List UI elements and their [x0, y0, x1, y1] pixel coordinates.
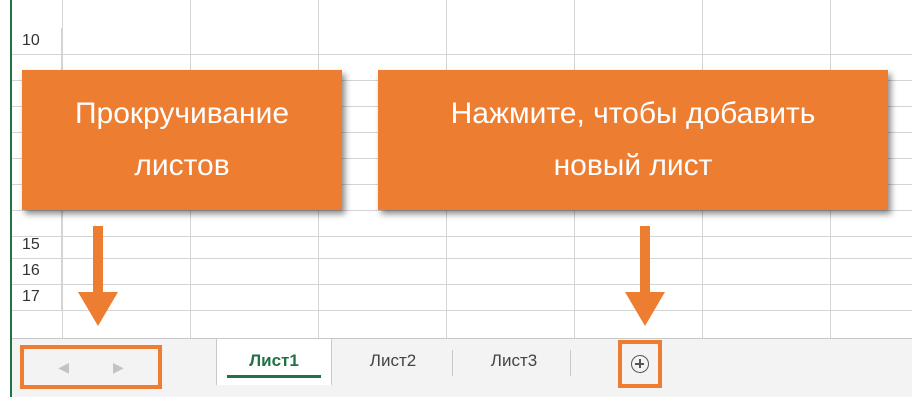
sheet-scroll-controls: ◀ ▶ [20, 345, 162, 389]
arrow-head-icon [625, 292, 665, 326]
tab-sheet2[interactable]: Лист2 [334, 339, 452, 383]
row-header[interactable]: 17 [12, 284, 62, 310]
scroll-right-icon[interactable]: ▶ [113, 359, 124, 376]
callout-scroll-line2: листов [134, 149, 230, 182]
grid-row[interactable]: 15 [12, 232, 912, 259]
arrow-head-icon [78, 292, 118, 326]
tab-label: Лист2 [369, 351, 417, 370]
callout-scroll-sheets: Прокручивание листов [22, 70, 342, 210]
tab-separator [570, 350, 571, 376]
tab-label: Лист3 [490, 351, 538, 370]
arrow-down-icon [640, 226, 650, 296]
callout-add-line1: Нажмите, чтобы добавить [450, 97, 816, 130]
callout-add-line2: новый лист [553, 149, 713, 182]
tab-sheet1[interactable]: Лист1 [216, 339, 332, 385]
callout-add-sheet: Нажмите, чтобы добавить новый лист [378, 70, 888, 210]
scroll-left-icon[interactable]: ◀ [58, 359, 69, 376]
left-border [0, 0, 12, 397]
row-header[interactable]: 16 [12, 258, 62, 284]
grid-row[interactable]: 10 [12, 28, 912, 55]
active-tab-underline [227, 375, 321, 378]
row-header[interactable]: 10 [12, 28, 62, 54]
callout-scroll-line1: Прокручивание [74, 97, 290, 130]
excel-window-crop: 10 15 16 17 Прокручивание листов Нажмите… [0, 0, 912, 397]
grid-row[interactable]: 17 [12, 284, 912, 311]
tab-label: Лист1 [249, 351, 299, 370]
tab-sheet3[interactable]: Лист3 [458, 339, 570, 383]
tab-separator [452, 350, 453, 376]
add-sheet-icon[interactable] [631, 355, 649, 373]
add-sheet-button[interactable] [618, 340, 662, 388]
row-header[interactable]: 15 [12, 232, 62, 258]
arrow-down-icon [93, 226, 103, 296]
grid-row[interactable]: 16 [12, 258, 912, 285]
